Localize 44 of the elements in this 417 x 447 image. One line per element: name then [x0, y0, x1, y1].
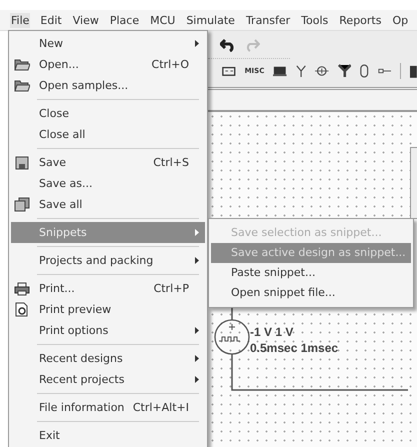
menu-item[interactable]: Open samples... [11, 75, 205, 96]
folder-icon [14, 79, 30, 92]
menu-item[interactable]: Close all [11, 124, 205, 145]
print-preview-icon [15, 302, 29, 317]
menu-item[interactable]: Recent projects [11, 369, 205, 390]
menu-bar-item[interactable]: Simulate [185, 12, 236, 28]
menu-item[interactable]: Save as... [11, 173, 205, 194]
menu-item[interactable]: Open... Ctrl+O [11, 54, 205, 75]
menu-bar-item[interactable]: Op [391, 12, 410, 28]
save-icon [15, 156, 29, 170]
antenna-icon[interactable] [296, 64, 306, 78]
undo-icon[interactable] [220, 38, 236, 52]
menu-bar-item[interactable]: View [72, 12, 100, 28]
menu-item[interactable]: Save all [11, 194, 205, 215]
menu-item[interactable]: Recent designs [11, 348, 205, 369]
menu-item[interactable]: New [11, 33, 205, 54]
menu-item[interactable]: Projects and packing [11, 250, 205, 271]
connector-icon[interactable] [378, 66, 392, 76]
menu-item[interactable]: Print options [11, 320, 205, 341]
menu-bar-item[interactable]: MCU [149, 12, 176, 28]
menu-item[interactable]: Exit [11, 425, 205, 446]
menu-item[interactable]: Print... Ctrl+P [11, 278, 205, 299]
printer-icon [14, 282, 30, 296]
menu-bar-item[interactable]: Transfer [244, 12, 292, 28]
menu-bar-item[interactable]: Edit [39, 12, 63, 28]
menu-bar-item[interactable]: Tools [300, 12, 330, 28]
menu-item[interactable]: Save Ctrl+S [11, 152, 205, 173]
component-value: 0.5msec 1msec [250, 341, 338, 355]
component-icon[interactable] [338, 63, 352, 79]
menu-item[interactable]: Print preview [11, 299, 205, 320]
chip-icon[interactable] [410, 63, 417, 79]
save-all-icon [14, 197, 30, 212]
monitor-icon[interactable] [273, 65, 287, 77]
menu-item[interactable]: File information Ctrl+Alt+I [11, 397, 205, 418]
menu-bar-item[interactable]: Reports [338, 12, 382, 28]
menu-item[interactable]: Close [11, 103, 205, 124]
circle-component-icon[interactable] [315, 64, 329, 78]
menu-item[interactable]: Paste snippet... [211, 263, 411, 283]
menu-item[interactable]: Open snippet file... [211, 283, 411, 303]
menu-bar-item[interactable]: File [10, 12, 30, 28]
component-value: -1 V 1 V [250, 325, 294, 339]
folder-icon [14, 58, 30, 71]
capsule-icon[interactable] [360, 63, 369, 79]
menu-bar-item[interactable]: Place [108, 12, 140, 28]
